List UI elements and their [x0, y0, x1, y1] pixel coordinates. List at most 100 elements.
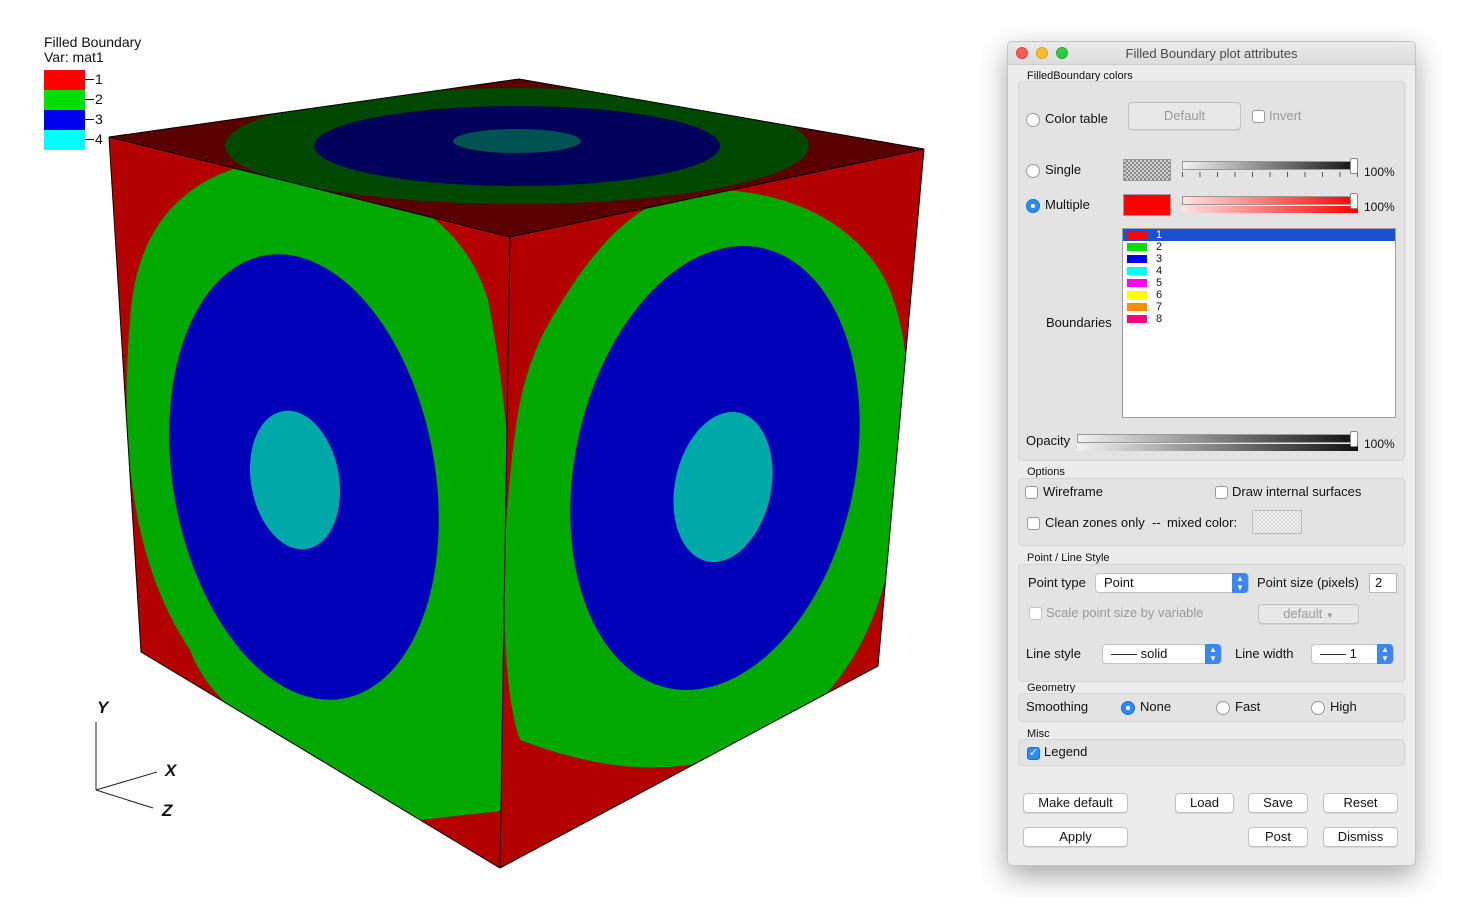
- boundary-list-item[interactable]: 8: [1123, 313, 1395, 325]
- boundary-color-swatch: [1127, 279, 1147, 287]
- wireframe-checkbox[interactable]: [1025, 486, 1038, 499]
- legend-item: 1: [44, 70, 114, 90]
- line-width-value: —— 1: [1320, 646, 1357, 661]
- boundary-list-item[interactable]: 4: [1123, 265, 1395, 277]
- load-button[interactable]: Load: [1175, 793, 1234, 813]
- legend-checkbox[interactable]: ✓: [1027, 747, 1040, 760]
- cube-right-face: [500, 149, 924, 868]
- scale-variable-value: default: [1283, 606, 1323, 621]
- color-table-button[interactable]: Default: [1128, 102, 1241, 130]
- boundary-list-item[interactable]: 6: [1123, 289, 1395, 301]
- single-opacity-slider[interactable]: [1182, 158, 1358, 180]
- boundary-color-swatch: [1127, 291, 1147, 299]
- axis-triad: [95, 722, 158, 809]
- legend-item-label: 2: [95, 91, 103, 107]
- make-default-button[interactable]: Make default: [1023, 793, 1128, 813]
- boundary-list-item[interactable]: 3: [1123, 253, 1395, 265]
- legend-tick: [85, 139, 94, 140]
- single-opacity-value: 100%: [1364, 165, 1395, 179]
- legend-swatch: [44, 70, 85, 90]
- reset-button[interactable]: Reset: [1323, 793, 1398, 813]
- boundary-color-swatch: [1127, 255, 1147, 263]
- dropdown-arrow-icon: ▼: [1325, 611, 1334, 620]
- boundary-list-item[interactable]: 2: [1123, 241, 1395, 253]
- line-style-value: —— solid: [1111, 646, 1168, 661]
- point-size-label: Point size (pixels): [1257, 575, 1359, 590]
- draw-internal-surfaces-checkbox[interactable]: [1215, 486, 1228, 499]
- mixed-color-swatch[interactable]: [1252, 510, 1302, 534]
- point-line-group: Point type Point ▲ ▼ Point size (pixels) 2…: [1018, 564, 1405, 682]
- legend-item: 4: [44, 130, 114, 150]
- colors-group: Color table Default Invert Single 100% M…: [1018, 81, 1405, 461]
- line-width-select[interactable]: —— 1 ▲ ▼: [1311, 644, 1394, 664]
- single-color-swatch[interactable]: [1123, 159, 1171, 181]
- boundary-item-label: 1: [1156, 229, 1163, 241]
- smoothing-high-label: High: [1330, 699, 1357, 714]
- draw-internal-surfaces-label: Draw internal surfaces: [1232, 484, 1362, 499]
- axis-y-label: Y: [97, 698, 109, 717]
- color-table-label: Color table: [1045, 111, 1108, 126]
- legend-title: Filled Boundary: [44, 34, 142, 50]
- line-style-stepper-icon: ▲ ▼: [1205, 644, 1221, 664]
- line-style-select[interactable]: —— solid ▲ ▼: [1102, 644, 1222, 664]
- mixed-color-label: mixed color:: [1167, 515, 1238, 530]
- clean-zones-checkbox[interactable]: [1027, 517, 1040, 530]
- single-label: Single: [1045, 162, 1082, 177]
- multiple-radio[interactable]: [1026, 199, 1040, 213]
- dismiss-button[interactable]: Dismiss: [1323, 827, 1398, 847]
- multiple-color-swatch[interactable]: [1123, 194, 1171, 216]
- clean-zones-dash: --: [1152, 515, 1161, 530]
- line-style-label: Line style: [1026, 646, 1081, 661]
- boundary-color-swatch: [1127, 231, 1147, 239]
- point-type-value: Point: [1104, 575, 1134, 590]
- legend-swatch: [44, 130, 85, 150]
- multiple-label: Multiple: [1045, 197, 1090, 212]
- plot-viewport[interactable]: [0, 0, 1000, 897]
- legend-swatch: [44, 110, 85, 130]
- legend-item-label: 1: [95, 71, 103, 87]
- boundary-color-swatch: [1127, 303, 1147, 311]
- line-width-label: Line width: [1235, 646, 1294, 661]
- scale-point-size-checkbox[interactable]: [1029, 607, 1042, 620]
- geometry-group: Smoothing None Fast High: [1018, 693, 1405, 722]
- smoothing-high-radio[interactable]: [1311, 701, 1325, 715]
- wireframe-label: Wireframe: [1043, 484, 1103, 499]
- legend-label: Legend: [1044, 744, 1088, 759]
- smoothing-none-label: None: [1140, 699, 1172, 714]
- scale-variable-button[interactable]: default ▼: [1258, 604, 1359, 624]
- boundary-list-item[interactable]: 1: [1123, 229, 1395, 241]
- boundary-item-label: 6: [1156, 289, 1163, 301]
- multiple-opacity-slider[interactable]: [1182, 193, 1358, 215]
- smoothing-fast-radio[interactable]: [1216, 701, 1230, 715]
- legend-tick: [85, 99, 94, 100]
- legend-tick: [85, 119, 94, 120]
- point-type-stepper-icon: ▲ ▼: [1232, 573, 1248, 593]
- boundary-color-swatch: [1127, 315, 1147, 323]
- apply-button[interactable]: Apply: [1023, 827, 1128, 847]
- multiple-opacity-value: 100%: [1364, 200, 1395, 214]
- line-width-stepper-icon: ▲ ▼: [1377, 644, 1393, 664]
- window-titlebar[interactable]: Filled Boundary plot attributes: [1008, 42, 1415, 65]
- single-radio[interactable]: [1026, 164, 1040, 178]
- boundary-list-item[interactable]: 7: [1123, 301, 1395, 313]
- legend-item-label: 3: [95, 111, 103, 127]
- invert-checkbox[interactable]: [1252, 110, 1265, 123]
- point-size-input[interactable]: 2: [1369, 573, 1397, 593]
- plot-legend: Filled Boundary Var: mat1 1 2 3 4: [44, 34, 142, 150]
- point-type-select[interactable]: Point ▲ ▼: [1095, 573, 1249, 593]
- legend-swatch: [44, 90, 85, 110]
- smoothing-label: Smoothing: [1026, 699, 1089, 714]
- post-button[interactable]: Post: [1248, 827, 1308, 847]
- axis-z-label: Z: [162, 801, 173, 820]
- legend-item: 3: [44, 110, 114, 130]
- scale-point-size-label: Scale point size by variable: [1046, 605, 1204, 620]
- opacity-slider[interactable]: [1077, 431, 1358, 453]
- smoothing-none-radio[interactable]: [1121, 701, 1135, 715]
- boundaries-label: Boundaries: [1046, 315, 1112, 330]
- point-line-group-title: Point / Line Style: [1027, 552, 1110, 564]
- save-button[interactable]: Save: [1248, 793, 1308, 813]
- boundary-list-item[interactable]: 5: [1123, 277, 1395, 289]
- window-title: Filled Boundary plot attributes: [1125, 46, 1298, 61]
- boundaries-list[interactable]: 12345678: [1122, 228, 1396, 418]
- color-table-radio[interactable]: [1026, 113, 1040, 127]
